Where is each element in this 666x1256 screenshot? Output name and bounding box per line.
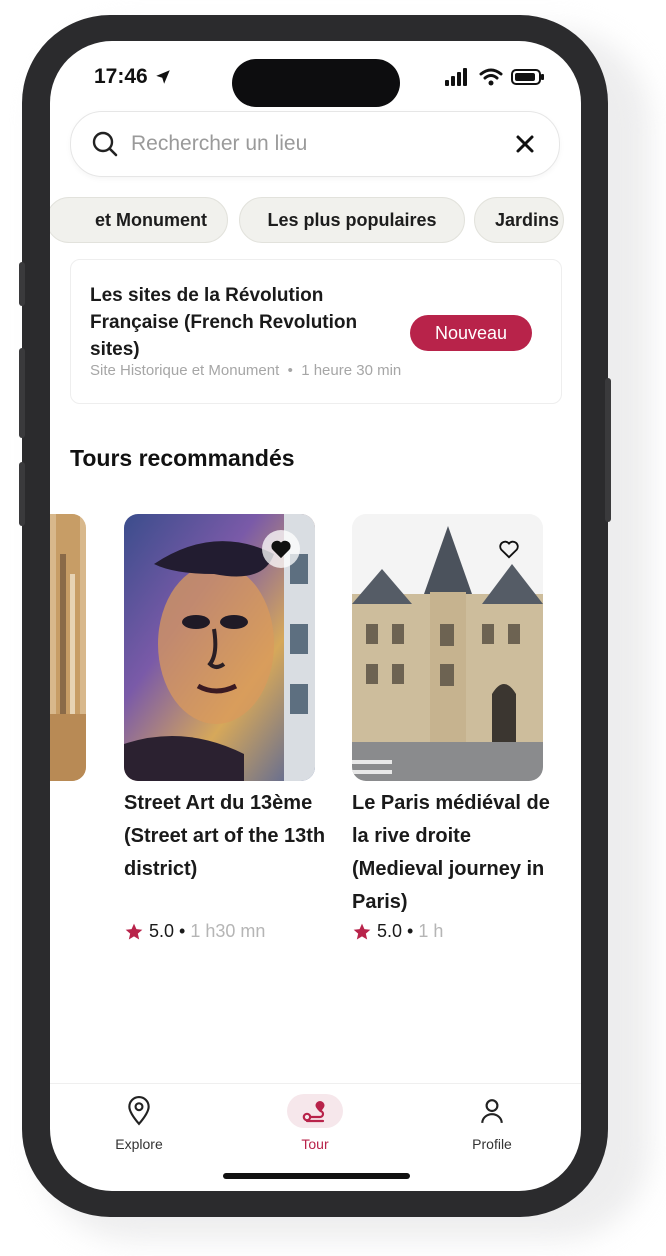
chip-most-popular[interactable]: Les plus populaires xyxy=(239,197,465,243)
section-title: Tours recommandés xyxy=(70,445,295,471)
featured-tour-card[interactable]: Les sites de la Révolution Française (Fr… xyxy=(70,259,562,404)
tab-label: Profile xyxy=(472,1136,512,1152)
status-indicators xyxy=(445,68,545,86)
location-arrow-icon xyxy=(155,70,170,84)
tour-title[interactable]: Le Paris médiéval de la rive droite (Med… xyxy=(352,787,557,919)
chip-label: Les plus populaires xyxy=(267,209,437,230)
action-button xyxy=(19,262,25,306)
tab-icon-wrap xyxy=(111,1094,167,1128)
battery-icon xyxy=(511,69,544,85)
tour-rating: 5.0 • 1 h xyxy=(352,921,443,942)
heart-outline-icon xyxy=(499,540,519,559)
tour-card-image[interactable] xyxy=(124,514,315,781)
star-icon xyxy=(353,923,371,939)
volume-down-button xyxy=(19,462,25,526)
tab-icon-wrap xyxy=(464,1094,520,1128)
person-icon xyxy=(481,1099,503,1123)
search-icon xyxy=(92,131,118,157)
meta-separator: • xyxy=(283,362,298,379)
tab-label: Tour xyxy=(301,1136,329,1152)
meta-separator: • xyxy=(407,921,414,941)
dynamic-island xyxy=(232,59,400,107)
chip-gardens[interactable]: Jardins xyxy=(474,197,564,243)
chip-label: Jardins xyxy=(495,209,560,230)
rating-value: 5.0 xyxy=(377,921,403,941)
status-time-text: 17:46 xyxy=(94,65,148,88)
tab-label: Explore xyxy=(115,1136,163,1152)
featured-tour-category: Site Historique et Monument xyxy=(90,362,280,379)
interior-photo xyxy=(50,514,86,781)
app-screen: 17:46 et Monument xyxy=(50,41,581,1191)
tab-explore[interactable]: Explore xyxy=(79,1094,199,1152)
cellular-signal-icon xyxy=(445,68,467,86)
star-icon xyxy=(125,923,143,939)
search-bar[interactable] xyxy=(70,111,560,177)
tab-profile[interactable]: Profile xyxy=(432,1094,552,1152)
featured-tour-duration: 1 heure 30 min xyxy=(301,362,402,379)
heart-filled-icon xyxy=(271,540,291,559)
chip-label: et Monument xyxy=(95,209,207,230)
route-icon xyxy=(302,1101,325,1123)
clear-search-icon[interactable] xyxy=(515,134,535,154)
chip-monument[interactable]: et Monument xyxy=(50,197,228,243)
wifi-icon xyxy=(479,68,503,86)
tour-card-image[interactable] xyxy=(352,514,543,781)
volume-up-button xyxy=(19,348,25,438)
tab-tour[interactable]: Tour xyxy=(255,1094,375,1152)
new-badge: Nouveau xyxy=(410,315,532,351)
tour-duration: 1 h30 mn xyxy=(190,921,266,941)
tour-card-partial-image[interactable] xyxy=(50,514,86,781)
location-pin-icon xyxy=(128,1096,150,1126)
featured-tour-title: Les sites de la Révolution Française (Fr… xyxy=(90,285,358,360)
favorite-button[interactable] xyxy=(262,530,300,568)
tour-rating: 5.0 • 1 h30 mn xyxy=(124,921,265,942)
search-input[interactable] xyxy=(129,131,503,157)
meta-separator: • xyxy=(179,921,186,941)
power-button xyxy=(605,378,611,522)
rating-value: 5.0 xyxy=(149,921,175,941)
favorite-button[interactable] xyxy=(490,530,528,568)
featured-tour-meta: Site Historique et Monument • 1 heure 30… xyxy=(90,362,401,379)
tab-icon-wrap xyxy=(287,1094,343,1128)
tour-duration: 1 h xyxy=(418,921,444,941)
home-indicator xyxy=(223,1173,410,1179)
status-time: 17:46 xyxy=(94,65,172,89)
tour-title[interactable]: Street Art du 13ème (Street art of the 1… xyxy=(124,787,329,886)
